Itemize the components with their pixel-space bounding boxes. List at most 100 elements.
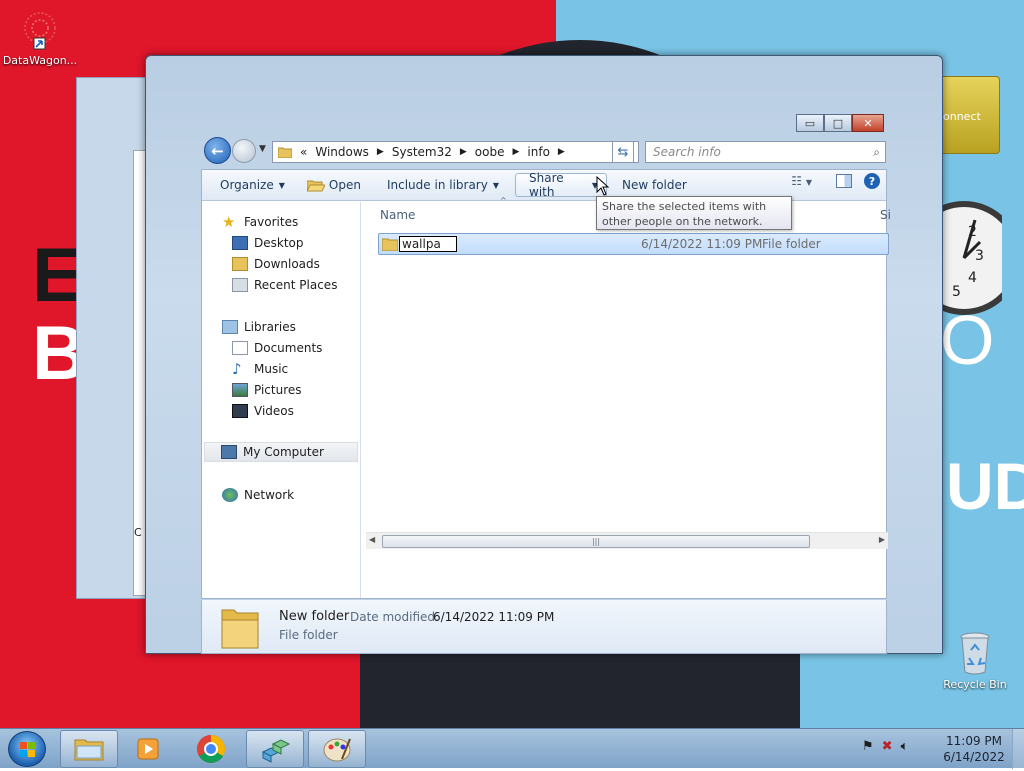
explorer-folder-icon xyxy=(74,739,104,761)
nav-my-computer[interactable]: My Computer xyxy=(204,442,358,462)
cubes-app-icon xyxy=(261,739,291,763)
refresh-button[interactable]: ⇆ xyxy=(612,141,634,163)
new-folder-label: New folder xyxy=(622,178,687,192)
documents-icon xyxy=(232,341,248,355)
scroll-left-icon[interactable]: ◀ xyxy=(369,535,375,544)
gadget-connect[interactable]: onnect xyxy=(936,76,1000,154)
organize-label: Organize xyxy=(220,178,274,192)
nav-documents[interactable]: Documents xyxy=(232,338,322,358)
desktop-icon-label: DataWagon... xyxy=(2,54,78,67)
computer-icon xyxy=(221,445,237,459)
nav-libraries[interactable]: Libraries xyxy=(222,317,296,337)
horizontal-scrollbar[interactable]: ◀ ||| ▶ xyxy=(366,532,888,549)
nav-network[interactable]: Network xyxy=(222,485,294,505)
navigation-pane: ★ Favorites Desktop Downloads Recent Pla… xyxy=(202,202,361,598)
details-date-value: 6/14/2022 11:09 PM xyxy=(433,610,555,624)
desktop-icon-datawagon[interactable]: DataWagon... xyxy=(0,8,80,67)
nav-label: My Computer xyxy=(243,445,324,459)
background-window[interactable]: C xyxy=(76,77,157,599)
tray-volume-icon[interactable]: 🔈︎ xyxy=(901,739,909,754)
breadcrumb-system32[interactable]: System32 xyxy=(392,145,452,159)
tray-action-center-icon[interactable]: ⚑ xyxy=(862,739,874,754)
taskbar-date: 6/14/2022 xyxy=(943,750,1005,764)
network-globe-icon xyxy=(222,488,238,502)
desktop-icon-label: Recycle Bin xyxy=(943,678,1007,691)
column-size-header[interactable]: Si xyxy=(880,208,891,222)
address-overflow-chevron[interactable]: « xyxy=(300,145,307,159)
close-button[interactable]: ✕ xyxy=(852,114,884,132)
forward-button[interactable] xyxy=(232,139,256,163)
back-arrow-icon: ← xyxy=(211,141,224,160)
include-in-library-menu[interactable]: Include in library ▼ xyxy=(379,173,507,197)
command-bar-right: ☷ ▼ ? xyxy=(791,173,880,189)
breadcrumb-windows[interactable]: Windows xyxy=(315,145,369,159)
explorer-window[interactable]: ▭ □ ✕ ← ▼ « Windows ▶ System32 ▶ oobe ▶ … xyxy=(145,55,943,654)
chrome-icon xyxy=(197,735,225,763)
clock-number: 5 xyxy=(952,284,961,300)
address-bar[interactable]: « Windows ▶ System32 ▶ oobe ▶ info ▶ ▼ xyxy=(272,141,639,163)
recent-places-icon xyxy=(232,278,248,292)
share-with-menu[interactable]: Share with ▼ xyxy=(515,171,607,199)
search-input[interactable]: Search info ⌕ xyxy=(645,141,886,163)
nav-desktop[interactable]: Desktop xyxy=(232,233,304,253)
taskbar-clock[interactable]: 11:09 PM 6/14/2022 xyxy=(940,733,1008,765)
column-name-header[interactable]: Name xyxy=(380,208,415,222)
nav-label: Documents xyxy=(254,341,323,355)
breadcrumb-separator-icon[interactable]: ▶ xyxy=(460,147,467,157)
start-button[interactable] xyxy=(8,731,46,767)
windows-logo-icon xyxy=(20,742,35,757)
file-type: File folder xyxy=(762,237,821,251)
taskbar-chrome[interactable] xyxy=(182,730,240,768)
open-button[interactable]: Open xyxy=(299,173,369,197)
scroll-thumb[interactable]: ||| xyxy=(382,535,810,548)
star-icon: ★ xyxy=(222,213,236,231)
navigation-bar: ← ▼ « Windows ▶ System32 ▶ oobe ▶ info ▶… xyxy=(202,136,888,166)
back-button[interactable]: ← xyxy=(204,137,231,164)
music-note-icon: ♪ xyxy=(232,360,242,378)
explorer-content: Organize ▼ Open Include in library ▼ Sha… xyxy=(201,169,891,599)
search-icon[interactable]: ⌕ xyxy=(873,142,880,162)
share-with-label: Share with xyxy=(529,171,564,199)
nav-pictures[interactable]: Pictures xyxy=(232,380,302,400)
rename-text: wallpa xyxy=(402,237,441,251)
clock-number: 4 xyxy=(968,270,977,286)
taskbar-paint[interactable] xyxy=(308,730,366,768)
maximize-button[interactable]: □ xyxy=(824,114,852,132)
desktop-icon-recycle-bin[interactable]: Recycle Bin xyxy=(935,630,1015,691)
breadcrumb-separator-icon[interactable]: ▶ xyxy=(377,147,384,157)
preview-pane-icon[interactable] xyxy=(836,174,852,188)
breadcrumb-separator-icon[interactable]: ▶ xyxy=(512,147,519,157)
folder-large-icon xyxy=(221,609,259,649)
nav-favorites[interactable]: ★ Favorites xyxy=(222,212,298,232)
file-date-modified: 6/14/2022 11:09 PM xyxy=(641,237,763,251)
file-row-selected[interactable]: wallpa 6/14/2022 11:09 PM File folder xyxy=(378,233,889,255)
nav-label: Music xyxy=(254,362,289,376)
rename-input[interactable]: wallpa xyxy=(399,236,457,252)
breadcrumb-oobe[interactable]: oobe xyxy=(475,145,505,159)
nav-videos[interactable]: Videos xyxy=(232,401,294,421)
minimize-button[interactable]: ▭ xyxy=(796,114,824,132)
help-icon[interactable]: ? xyxy=(864,173,880,189)
background-window-text: C xyxy=(134,526,142,539)
nav-downloads[interactable]: Downloads xyxy=(232,254,320,274)
taskbar-explorer[interactable] xyxy=(60,730,118,768)
libraries-icon xyxy=(222,320,238,334)
show-desktop-button[interactable] xyxy=(1012,729,1024,769)
view-options-icon[interactable]: ☷ ▼ xyxy=(791,174,812,188)
taskbar-media-player[interactable] xyxy=(120,730,178,768)
breadcrumb-separator-icon[interactable]: ▶ xyxy=(558,147,565,157)
new-folder-button[interactable]: New folder xyxy=(614,173,695,197)
caption-buttons: ▭ □ ✕ xyxy=(796,114,884,132)
organize-menu[interactable]: Organize ▼ xyxy=(212,173,293,197)
dropdown-arrow-icon: ▼ xyxy=(278,180,285,190)
clock-number: 2 xyxy=(968,224,977,240)
recycle-bin-icon xyxy=(960,632,990,675)
nav-music[interactable]: ♪ Music xyxy=(232,359,288,379)
scroll-right-icon[interactable]: ▶ xyxy=(879,535,885,544)
file-list: Name ^ Si wallpa 6/14/2022 11:09 PM File… xyxy=(362,196,891,549)
nav-recent-places[interactable]: Recent Places xyxy=(232,275,337,295)
recent-pages-dropdown[interactable]: ▼ xyxy=(259,144,266,154)
tray-network-disconnected-icon[interactable]: ✖ xyxy=(882,739,893,754)
breadcrumb-info[interactable]: info xyxy=(527,145,550,159)
taskbar-app-cubes[interactable] xyxy=(246,730,304,768)
